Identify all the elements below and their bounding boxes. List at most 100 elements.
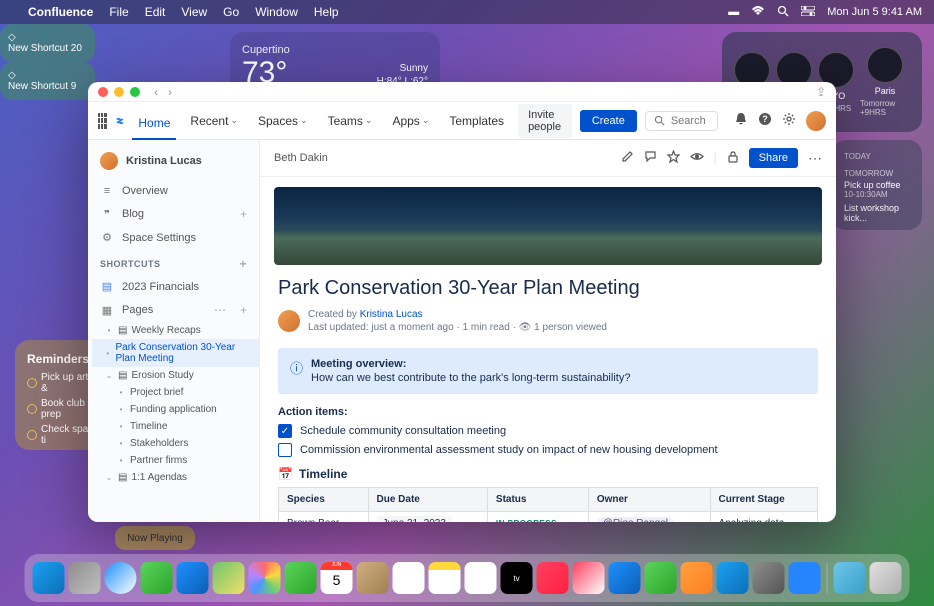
keynote-icon[interactable] [609,562,641,594]
view-menu[interactable]: View [181,5,207,19]
tree-erosion-study[interactable]: ⌄▤Erosion Study [92,367,259,384]
spotlight-icon[interactable] [777,5,789,20]
freeform-icon[interactable] [465,562,497,594]
tree-agendas[interactable]: ⌄▤1:1 Agendas [92,469,259,486]
app-menu[interactable]: Confluence [28,5,93,19]
pages-icon[interactable] [681,562,713,594]
tree-weekly-recaps[interactable]: •▤Weekly Recaps [92,322,259,339]
sidebar-settings[interactable]: ⚙Space Settings [88,226,259,249]
watch-icon[interactable] [690,150,704,166]
sidebar-blog[interactable]: ❞Blog+ [88,202,259,226]
chevron-down-icon[interactable]: ⌄ [104,473,114,482]
checkbox-checked[interactable]: ✓ [278,424,292,438]
invite-button[interactable]: Invite people [518,104,572,138]
notifications-icon[interactable] [734,112,748,129]
overview-body: How can we best contribute to the park's… [311,372,630,384]
chevron-down-icon[interactable]: ⌄ [104,371,114,380]
notes-icon[interactable] [429,562,461,594]
window-menu[interactable]: Window [255,5,298,19]
sidebar-overview[interactable]: ≡Overview [88,180,259,202]
downloads-folder-icon[interactable] [834,562,866,594]
system-settings-icon[interactable] [753,562,785,594]
shortcut-icon: ◇ [8,32,16,43]
nav-templates[interactable]: Templates [443,110,510,132]
photos-icon[interactable] [249,562,281,594]
calendar-widget[interactable]: TODAY TOMORROW Pick up coffee 10-10:30AM… [832,140,922,230]
plus-icon[interactable]: + [240,303,247,317]
sidebar-user[interactable]: Kristina Lucas [88,148,259,180]
forward-button[interactable]: › [168,85,172,99]
tree-funding[interactable]: •Funding application [92,401,259,418]
nav-apps[interactable]: Apps⌄ [386,110,435,132]
checkbox-unchecked[interactable] [278,443,292,457]
tree-park-conservation[interactable]: •Park Conservation 30-Year Plan Meeting [92,339,259,367]
sidebar-shortcut-financials[interactable]: ▤2023 Financials [88,275,259,298]
settings-icon[interactable] [782,112,796,129]
macos-share-icon[interactable]: ⇪ [816,85,826,99]
tree-partners[interactable]: •Partner firms [92,452,259,469]
minimize-button[interactable] [114,87,124,97]
edit-icon[interactable] [621,150,634,166]
tree-timeline[interactable]: •Timeline [92,418,259,435]
cell-due[interactable]: June 21, 2023 [368,512,487,523]
sidebar-pages-header[interactable]: ▦Pages⋯+ [88,298,259,322]
breadcrumb[interactable]: Beth Dakin [274,152,328,164]
more-actions-icon[interactable]: ⋯ [808,150,822,167]
music-icon[interactable] [537,562,569,594]
plus-icon[interactable]: + [240,207,247,221]
share-button[interactable]: Share [749,148,798,168]
search-input[interactable]: Search [645,111,718,131]
page-tree: •▤Weekly Recaps •Park Conservation 30-Ye… [88,322,259,486]
author-avatar[interactable] [278,310,300,332]
plus-icon[interactable]: + [239,257,247,271]
news-icon[interactable] [573,562,605,594]
comment-icon[interactable] [644,150,657,166]
numbers-icon[interactable] [645,562,677,594]
tree-stakeholders[interactable]: •Stakeholders [92,435,259,452]
create-button[interactable]: Create [580,110,637,132]
facetime-icon[interactable] [285,562,317,594]
app-switcher-icon[interactable] [98,113,107,129]
back-button[interactable]: ‹ [154,85,158,99]
now-playing-widget[interactable]: Now Playing [115,526,195,550]
control-center-icon[interactable] [801,6,815,19]
reminders-icon[interactable] [393,562,425,594]
file-menu[interactable]: File [109,5,128,19]
confluence-logo-icon[interactable] [115,112,125,130]
star-icon[interactable] [667,150,680,166]
calendar-icon[interactable]: JUN5 [321,562,353,594]
edit-menu[interactable]: Edit [145,5,166,19]
nav-spaces[interactable]: Spaces⌄ [252,110,314,132]
page-content: Beth Dakin | Share ⋯ Park Conservation 3… [260,140,836,522]
nav-teams[interactable]: Teams⌄ [322,110,379,132]
go-menu[interactable]: Go [223,5,239,19]
launchpad-icon[interactable] [69,562,101,594]
battery-icon[interactable]: ▬ [728,6,739,18]
author-link[interactable]: Kristina Lucas [360,309,423,320]
nav-home[interactable]: Home [132,112,176,140]
cell-owner[interactable]: @Rigo Rangel [588,512,710,523]
mail-icon[interactable] [177,562,209,594]
user-avatar[interactable] [806,111,826,131]
shortcut-widget-2[interactable]: ◇New Shortcut 9 [0,62,95,100]
finder-icon[interactable] [33,562,65,594]
wifi-icon[interactable] [751,6,765,19]
messages-icon[interactable] [141,562,173,594]
confluence-app-icon[interactable] [789,562,821,594]
shortcut-widget-1[interactable]: ◇New Shortcut 20 [0,24,95,62]
tree-project-brief[interactable]: •Project brief [92,384,259,401]
tv-icon[interactable]: tv [501,562,533,594]
help-icon[interactable]: ? [758,112,772,129]
nav-recent[interactable]: Recent⌄ [184,110,244,132]
help-menu[interactable]: Help [314,5,339,19]
close-button[interactable] [98,87,108,97]
restrictions-icon[interactable] [727,150,739,166]
datetime[interactable]: Mon Jun 5 9:41 AM [827,6,922,18]
safari-icon[interactable] [105,562,137,594]
more-icon[interactable]: ⋯ [214,303,226,317]
maximize-button[interactable] [130,87,140,97]
maps-icon[interactable] [213,562,245,594]
appstore-icon[interactable] [717,562,749,594]
contacts-icon[interactable] [357,562,389,594]
trash-icon[interactable] [870,562,902,594]
